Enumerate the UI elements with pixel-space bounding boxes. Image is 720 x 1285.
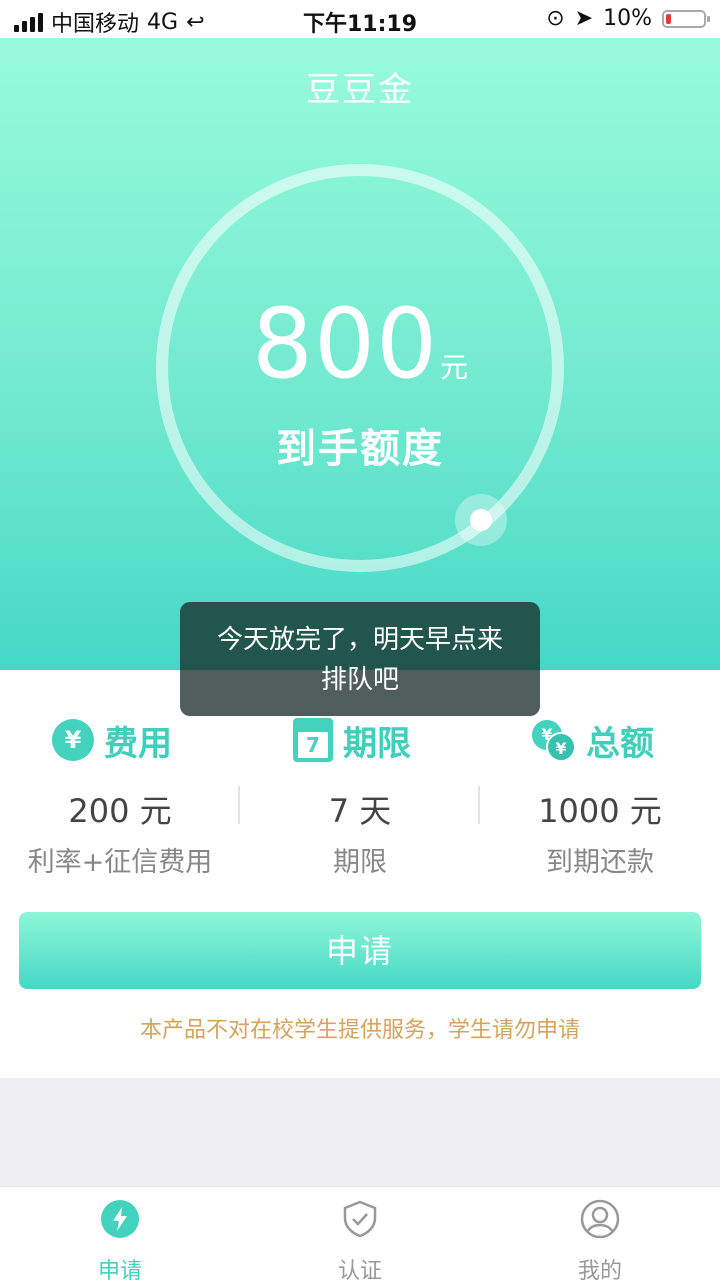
quota-unit: 元 [440,351,469,384]
fee-column: 200 元 利率+征信费用 [0,786,240,879]
term-heading-label: 期限 [343,723,411,764]
tab-verify[interactable]: 认证 [240,1199,480,1285]
user-icon [580,1199,620,1239]
total-label: 到期还款 [546,847,654,878]
lightning-icon [101,1200,139,1238]
student-notice: 本产品不对在校学生提供服务，学生请勿申请 [139,1018,580,1043]
term-label: 期限 [333,847,387,878]
coins-icon: ¥ ¥ [530,718,576,762]
toast-message: 今天放完了，明天早点来 排队吧 [180,602,540,716]
battery-icon [662,9,710,28]
status-bar: 中国移动 4G ↩ 下午11:19 ⊙ ➤ 10% [0,0,720,38]
total-heading: ¥ ¥ 总额 [530,716,654,764]
quota-label: 到手额度 [276,426,444,472]
fee-heading-label: 费用 [104,723,172,764]
tab-apply[interactable]: 申请 [0,1199,240,1285]
battery-label: 10% [603,6,652,31]
fee-label: 利率+征信费用 [27,847,213,878]
toast-line-1: 今天放完了，明天早点来 [216,625,503,655]
location-icon: ➤ [574,6,594,31]
fee-value: 200 元 [68,792,172,830]
tab-bar: 申请 认证 我的 [0,1186,720,1284]
apply-button[interactable]: 申请 [19,912,701,989]
total-column: 1000 元 到期还款 [480,786,720,879]
shield-check-icon [343,1200,377,1238]
info-headings: ¥ 费用 7 期限 ¥ ¥ 总额 [0,716,720,764]
column-divider [478,786,480,824]
term-column: 7 天 期限 [240,786,480,879]
page-title: 豆豆金 [306,70,414,110]
total-value: 1000 元 [538,792,662,830]
calendar-number: 7 [298,732,328,758]
yen-coin-icon: ¥ [52,719,94,761]
tab-mine[interactable]: 我的 [480,1199,720,1285]
ring-handle [470,509,492,531]
term-value: 7 天 [328,792,392,830]
quota-amount-wrap: 800元 [0,288,720,400]
quota-amount: 800 [251,288,439,400]
orientation-lock-icon: ⊙ [546,6,565,31]
total-heading-label: 总额 [586,723,654,764]
tab-mine-label: 我的 [577,1259,622,1284]
tab-verify-label: 认证 [337,1259,382,1284]
info-values: 200 元 利率+征信费用 7 天 期限 1000 元 到期还款 [0,786,720,879]
hero-panel: 豆豆金 800元 到手额度 [0,38,720,670]
tab-apply-label: 申请 [97,1259,142,1284]
empty-area [0,1078,720,1186]
column-divider [238,786,240,824]
term-heading: 7 期限 [293,716,411,764]
fee-heading: ¥ 费用 [52,716,172,764]
toast-line-2: 排队吧 [320,665,399,695]
status-right: ⊙ ➤ 10% [546,6,710,31]
calendar-icon: 7 [293,718,333,762]
